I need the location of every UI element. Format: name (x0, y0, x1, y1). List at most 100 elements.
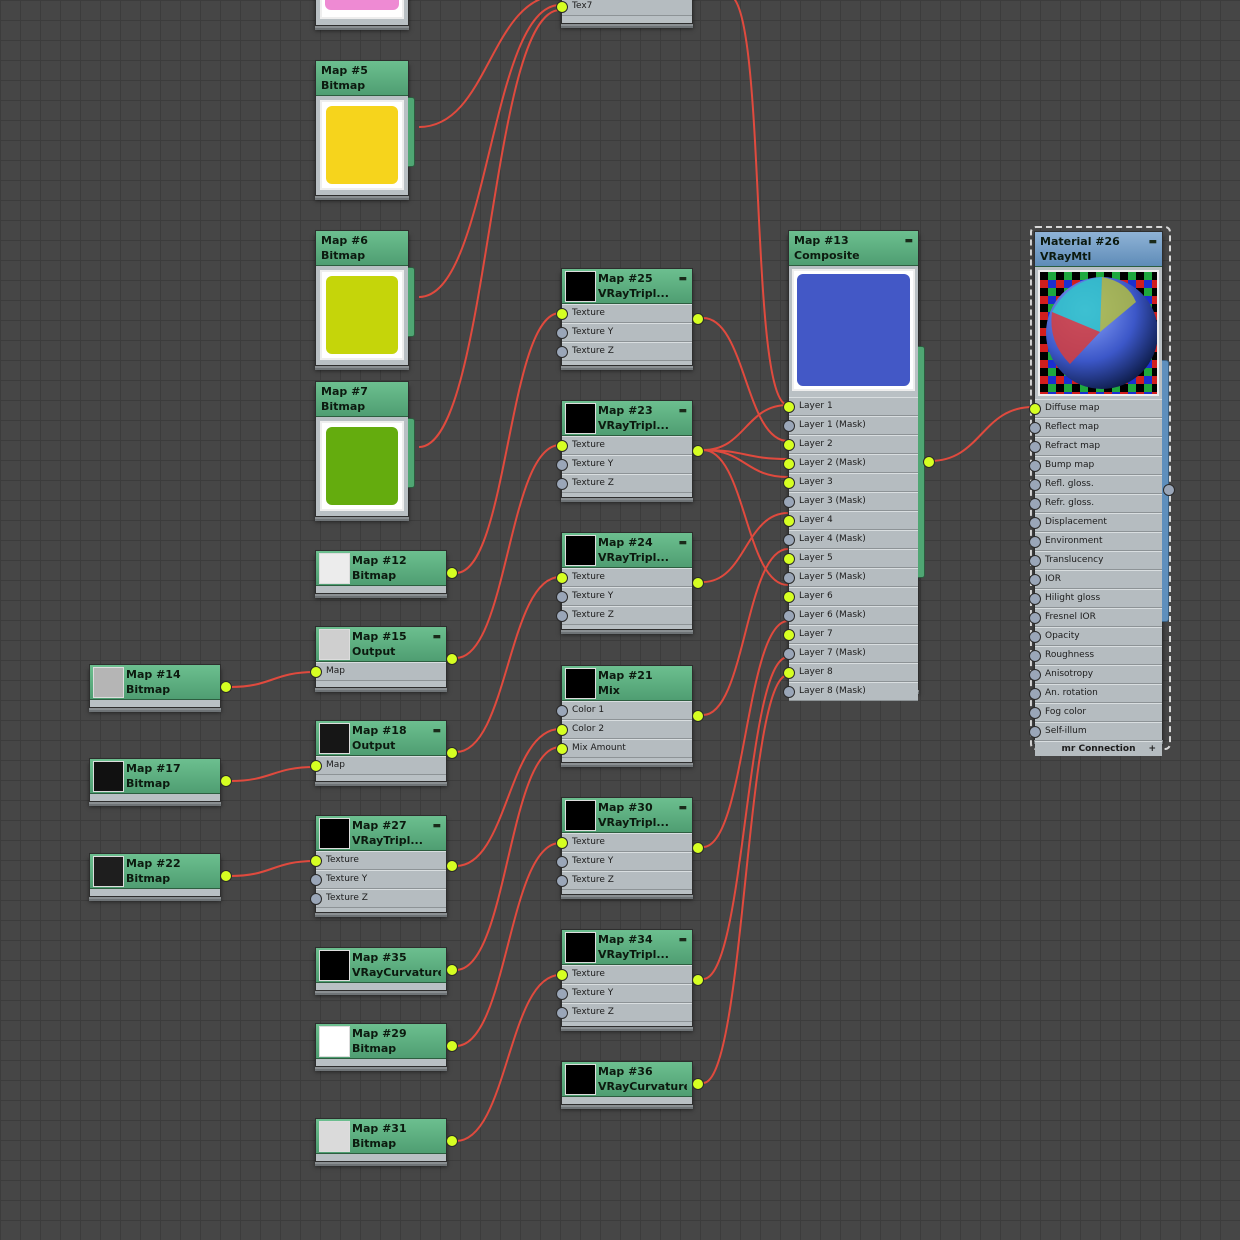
slot-texture[interactable]: Texture (556, 304, 692, 323)
slot-tex7[interactable]: Tex7 (556, 0, 692, 16)
slot-texture-z[interactable]: Texture Z (556, 1003, 692, 1022)
input-port-icon[interactable] (310, 893, 322, 905)
wire-connection[interactable] (455, 312, 561, 574)
input-port-icon[interactable] (556, 724, 568, 736)
minimize-icon[interactable]: ▬ (678, 536, 687, 551)
slot-texture[interactable]: Texture (310, 851, 446, 870)
slot-texture-z[interactable]: Texture Z (310, 889, 446, 908)
slot-layer-3-mask[interactable]: Layer 3 (Mask) (783, 492, 918, 511)
node-header[interactable]: Map #22 Bitmap (90, 854, 220, 889)
node-map-7[interactable]: Map #7 Bitmap (315, 381, 415, 517)
slot-layer-7[interactable]: Layer 7 (783, 625, 918, 644)
slot-map[interactable]: Map (310, 662, 446, 681)
slot-texture-y[interactable]: Texture Y (310, 870, 446, 889)
minimize-icon[interactable]: ▬ (678, 404, 687, 419)
output-port-icon[interactable] (446, 567, 458, 579)
slot-layer-2[interactable]: Layer 2 (783, 435, 918, 454)
input-port-icon[interactable] (556, 743, 568, 755)
slot-texture-z[interactable]: Texture Z (556, 342, 692, 361)
output-port-icon[interactable] (446, 1040, 458, 1052)
input-port-icon[interactable] (783, 420, 795, 432)
node-header[interactable]: Map #27 VRayTripl... ▬ (316, 816, 446, 851)
node-header[interactable]: Map #5 Bitmap (316, 61, 408, 96)
wire-connection[interactable] (229, 766, 316, 782)
input-port-icon[interactable] (1029, 650, 1041, 662)
slot-texture-z[interactable]: Texture Z (556, 871, 692, 890)
node-map-5[interactable]: Map #5 Bitmap (315, 60, 415, 196)
minimize-icon[interactable]: ▬ (1148, 235, 1157, 250)
slot-color-2[interactable]: Color 2 (556, 720, 692, 739)
slot-texture[interactable]: Texture (556, 833, 692, 852)
wire-connection[interactable] (455, 974, 561, 1142)
wire-connection[interactable] (702, 656, 789, 980)
input-port-icon[interactable] (556, 572, 568, 584)
slot-anisotropy[interactable]: Anisotropy (1029, 665, 1162, 684)
slot-layer-6[interactable]: Layer 6 (783, 587, 918, 606)
slot-texture-y[interactable]: Texture Y (556, 323, 692, 342)
input-port-icon[interactable] (783, 667, 795, 679)
input-port-icon[interactable] (556, 1007, 568, 1019)
input-port-icon[interactable] (556, 837, 568, 849)
node-header[interactable]: Map #7 Bitmap (316, 382, 408, 417)
node-header[interactable]: Map #21 Mix (562, 666, 692, 701)
node-header[interactable]: Map #13 Composite ▬ (789, 231, 918, 266)
output-port-icon[interactable] (446, 1135, 458, 1147)
slot-layer-5-mask[interactable]: Layer 5 (Mask) (783, 568, 918, 587)
input-port-icon[interactable] (556, 988, 568, 1000)
slot-diffuse-map[interactable]: Diffuse map (1029, 399, 1162, 418)
output-port-icon[interactable] (692, 313, 704, 325)
slot-layer-3[interactable]: Layer 3 (783, 473, 918, 492)
input-port-icon[interactable] (783, 686, 795, 698)
node-header[interactable]: Map #30 VRayTripl... ▬ (562, 798, 692, 833)
node-map-34[interactable]: Map #34 VRayTripl... ▬ Texture Texture Y T… (556, 929, 704, 1027)
wire-connection[interactable] (728, 0, 789, 406)
node-map-18[interactable]: Map #18 Output ▬ Map (310, 720, 458, 782)
input-port-icon[interactable] (783, 629, 795, 641)
output-port-icon[interactable] (446, 747, 458, 759)
slot-texture[interactable]: Texture (556, 436, 692, 455)
node-header[interactable]: Map #24 VRayTripl... ▬ (562, 533, 692, 568)
input-port-icon[interactable] (1029, 441, 1041, 453)
minimize-icon[interactable]: ▬ (678, 272, 687, 287)
slot-displacement[interactable]: Displacement (1029, 513, 1162, 532)
input-port-icon[interactable] (556, 875, 568, 887)
slot-bump-map[interactable]: Bump map (1029, 456, 1162, 475)
wire-connection[interactable] (702, 512, 789, 583)
input-port-icon[interactable] (310, 874, 322, 886)
slot-color-1[interactable]: Color 1 (556, 701, 692, 720)
input-port-icon[interactable] (783, 401, 795, 413)
node-pink-bitmap[interactable] (315, 0, 409, 26)
slot-self-illum[interactable]: Self-illum (1029, 722, 1162, 741)
input-port-icon[interactable] (556, 346, 568, 358)
input-port-icon[interactable] (1029, 479, 1041, 491)
input-port-icon[interactable] (783, 439, 795, 451)
input-port-icon[interactable] (783, 553, 795, 565)
node-header[interactable]: Map #31 Bitmap (316, 1119, 446, 1154)
wire-connection[interactable] (929, 406, 1034, 462)
node-map-30[interactable]: Map #30 VRayTripl... ▬ Texture Texture Y T… (556, 797, 704, 895)
input-port-icon[interactable] (783, 534, 795, 546)
input-port-icon[interactable] (556, 459, 568, 471)
slot-texture-y[interactable]: Texture Y (556, 455, 692, 474)
output-port-icon[interactable] (1163, 484, 1175, 496)
input-port-icon[interactable] (1029, 403, 1041, 415)
node-map-13-composite[interactable]: Map #13 Composite ▬ Layer 1 Layer 1 (Mask) L… (783, 230, 935, 701)
output-port-icon[interactable] (692, 842, 704, 854)
input-port-icon[interactable] (556, 478, 568, 490)
input-port-icon[interactable] (556, 1, 568, 13)
minimize-icon[interactable]: ▬ (678, 801, 687, 816)
input-port-icon[interactable] (1029, 726, 1041, 738)
slot-environment[interactable]: Environment (1029, 532, 1162, 551)
output-port-icon[interactable] (692, 445, 704, 457)
input-port-icon[interactable] (783, 610, 795, 622)
slot-refract-map[interactable]: Refract map (1029, 437, 1162, 456)
slot-map[interactable]: Map (310, 756, 446, 775)
wire-connection[interactable] (702, 674, 789, 1084)
node-header[interactable]: Map #23 VRayTripl... ▬ (562, 401, 692, 436)
node-map-27[interactable]: Map #27 VRayTripl... ▬ Texture Texture Y T… (310, 815, 458, 913)
input-port-icon[interactable] (310, 760, 322, 772)
node-map-29[interactable]: Map #29 Bitmap (315, 1023, 458, 1067)
input-port-icon[interactable] (1029, 536, 1041, 548)
slot-mix-amount[interactable]: Mix Amount (556, 739, 692, 758)
wire-connection[interactable] (229, 671, 316, 688)
